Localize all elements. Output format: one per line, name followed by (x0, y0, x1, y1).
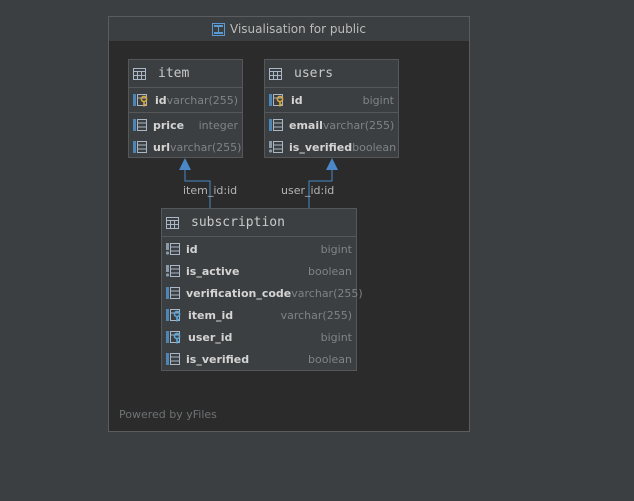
column-type: bigint (320, 242, 352, 256)
foreign-key-icon (166, 308, 185, 322)
table-users[interactable]: users id bigint email varchar(255) is_verifie… (264, 59, 399, 158)
column-name: verification_code (186, 286, 292, 300)
table-subscription[interactable]: subscription id bigint is_active boolean veri… (161, 208, 363, 371)
column-row[interactable]: id bigint (162, 238, 356, 260)
column-icon (166, 353, 183, 365)
column-row[interactable]: user_id bigint (162, 326, 356, 348)
primary-key-icon (269, 93, 288, 107)
table-name: users (294, 66, 334, 81)
column-type: varchar(255) (280, 308, 352, 322)
column-row[interactable]: is_verified boolean (265, 136, 398, 158)
table-icon (166, 216, 185, 229)
column-name: is_active (186, 264, 240, 278)
column-name: email (289, 118, 323, 132)
column-notnull-icon (166, 243, 183, 255)
column-row[interactable]: verification_code varchar(255) (162, 282, 363, 304)
foreign-key-icon (166, 330, 185, 344)
column-icon (133, 141, 150, 153)
column-section: id bigint is_active boolean verification_cod… (162, 237, 363, 371)
column-section: id varchar(255) (129, 88, 242, 113)
table-icon (269, 67, 288, 80)
column-type: varchar(255) (166, 93, 239, 107)
column-name: price (153, 118, 185, 132)
column-type: boolean (308, 352, 352, 366)
table-header[interactable]: subscription (162, 209, 356, 237)
column-icon (133, 119, 150, 131)
column-type: bigint (320, 330, 352, 344)
column-name: id (155, 93, 167, 107)
column-name: id (186, 242, 198, 256)
arrowhead-users (326, 158, 338, 170)
column-name: id (291, 93, 303, 107)
edge-label-users: user_id:id (281, 184, 335, 197)
column-row[interactable]: price integer (129, 114, 242, 136)
column-name: is_verified (186, 352, 250, 366)
table-name: item (158, 66, 190, 81)
column-type: integer (198, 118, 238, 132)
column-row[interactable]: url varchar(255) (129, 136, 242, 158)
table-icon (133, 67, 152, 80)
table-header[interactable]: item (129, 60, 242, 88)
column-icon (166, 287, 183, 299)
column-row[interactable]: item_id varchar(255) (162, 304, 356, 326)
column-section: id bigint (265, 88, 398, 113)
column-icon (269, 119, 286, 131)
column-section: price integer url varchar(255) (129, 113, 242, 159)
arrowhead-item (179, 158, 191, 170)
column-type: varchar(255) (322, 118, 395, 132)
column-type: varchar(255) (291, 286, 363, 300)
column-notnull-icon (269, 141, 286, 153)
column-type: bigint (362, 93, 394, 107)
column-section: email varchar(255) is_verified boolean (265, 113, 398, 159)
table-item[interactable]: item id varchar(255) price integer url varchar… (128, 59, 243, 158)
column-row[interactable]: email varchar(255) (265, 114, 398, 136)
column-row[interactable]: is_active boolean (162, 260, 356, 282)
column-type: boolean (308, 264, 352, 278)
column-name: user_id (188, 330, 233, 344)
column-type: varchar(255) (170, 140, 242, 154)
table-name: subscription (191, 215, 285, 230)
column-notnull-icon (166, 265, 183, 277)
column-name: url (153, 140, 171, 154)
table-header[interactable]: users (265, 60, 398, 88)
column-name: item_id (188, 308, 234, 322)
column-name: is_verified (289, 140, 353, 154)
column-row[interactable]: id varchar(255) (129, 89, 242, 111)
primary-key-icon (133, 93, 152, 107)
column-row[interactable]: id bigint (265, 89, 398, 111)
edge-label-item: item_id:id (183, 184, 238, 197)
column-row[interactable]: is_verified boolean (162, 348, 356, 370)
column-type: boolean (352, 140, 397, 154)
